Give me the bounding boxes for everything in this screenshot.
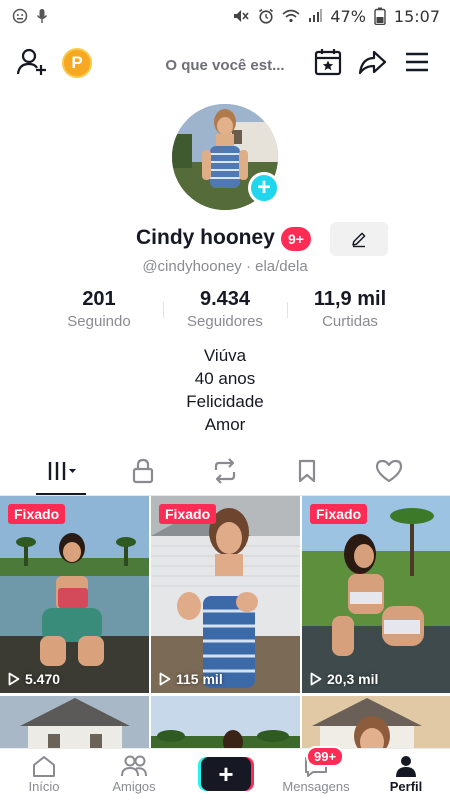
video-tile[interactable]: Fixado 20,3 mil bbox=[302, 496, 450, 693]
bio-line: Felicidade bbox=[186, 392, 264, 411]
view-count-value: 115 mil bbox=[176, 671, 223, 687]
stat-divider bbox=[287, 302, 288, 318]
share-button[interactable] bbox=[354, 44, 390, 80]
nav-home[interactable]: Início bbox=[4, 753, 84, 794]
tab-saved[interactable] bbox=[272, 448, 342, 494]
pencil-icon bbox=[352, 232, 366, 248]
stat-label: Seguindo bbox=[67, 313, 131, 330]
video-tile[interactable]: Fixado 5.470 bbox=[0, 496, 149, 693]
add-friend-button[interactable] bbox=[14, 44, 50, 80]
battery-level: 47% bbox=[330, 6, 366, 26]
video-thumbnail bbox=[151, 696, 300, 748]
stat-value: 11,9 mil bbox=[313, 288, 387, 310]
video-thumbnail bbox=[0, 696, 149, 748]
view-count: 20,3 mil bbox=[310, 671, 378, 687]
profile-name: Cindy hooney bbox=[136, 226, 275, 249]
avatar-container[interactable]: + bbox=[172, 104, 280, 210]
plus-icon: + bbox=[256, 174, 271, 201]
messages-badge: 99+ bbox=[306, 746, 345, 767]
tab-videos[interactable] bbox=[26, 448, 96, 495]
stat-label: Seguidores bbox=[187, 313, 263, 330]
add-story-button[interactable]: + bbox=[248, 172, 280, 204]
nav-friends[interactable]: Amigos bbox=[94, 753, 174, 794]
play-icon bbox=[310, 672, 322, 686]
clock: 15:07 bbox=[393, 6, 440, 26]
mic-icon bbox=[36, 8, 48, 24]
bookmark-icon bbox=[298, 459, 316, 483]
nav-label: Início bbox=[28, 779, 60, 794]
pinned-label: Fixado bbox=[310, 504, 368, 524]
video-tile[interactable] bbox=[0, 696, 149, 748]
nav-profile[interactable]: Perfil bbox=[366, 753, 446, 794]
menu-button[interactable] bbox=[399, 44, 435, 80]
bio-line: Viúva bbox=[203, 346, 247, 365]
tab-reposts[interactable] bbox=[190, 448, 260, 494]
add-person-icon bbox=[16, 48, 46, 75]
friends-icon bbox=[121, 755, 147, 777]
plus-icon: + bbox=[201, 757, 251, 791]
name-row: Cindy hooney 9+ bbox=[0, 222, 450, 256]
stat-label: Curtidas bbox=[322, 313, 378, 330]
view-count: 5.470 bbox=[8, 671, 60, 687]
play-icon bbox=[8, 672, 20, 686]
signal-icon bbox=[308, 9, 323, 23]
nav-label: Amigos bbox=[112, 779, 156, 794]
video-thumbnail bbox=[151, 496, 300, 693]
battery-icon bbox=[374, 7, 386, 25]
tab-private[interactable] bbox=[108, 448, 178, 494]
stat-value: 201 bbox=[82, 288, 116, 310]
stats-row: 201 Seguindo 9.434 Seguidores 11,9 mil C… bbox=[0, 288, 450, 334]
heart-icon bbox=[375, 459, 403, 483]
alarm-icon bbox=[258, 8, 274, 24]
profile-handle: @cindyhooney · ela/dela bbox=[142, 258, 308, 275]
active-tab-indicator bbox=[36, 493, 86, 495]
nav-label: Mensagens bbox=[282, 779, 350, 794]
status-bar: 47% 15:07 bbox=[0, 0, 450, 32]
calendar-button[interactable] bbox=[310, 44, 346, 80]
pinned-label: Fixado bbox=[8, 504, 66, 524]
video-tile[interactable]: Fixado 115 mil bbox=[151, 496, 300, 693]
lock-icon bbox=[132, 458, 154, 484]
thought-bubble[interactable]: O que você est... bbox=[160, 56, 290, 76]
profile-icon bbox=[396, 756, 416, 777]
stat-following[interactable]: 201 Seguindo bbox=[48, 288, 150, 330]
profile-tabs bbox=[0, 448, 450, 496]
view-count: 115 mil bbox=[159, 671, 223, 687]
stat-likes[interactable]: 11,9 mil Curtidas bbox=[298, 288, 402, 330]
profile-top-bar: P O que você est... bbox=[0, 40, 450, 96]
pinned-label: Fixado bbox=[159, 504, 217, 524]
bio-line: Amor bbox=[204, 415, 246, 434]
view-count-value: 20,3 mil bbox=[327, 671, 379, 687]
stat-value: 9.434 bbox=[199, 288, 251, 310]
wifi-icon bbox=[282, 9, 300, 23]
bottom-nav: Início Amigos + Mensagens 99+ Perfil bbox=[0, 746, 450, 800]
video-tile[interactable] bbox=[302, 696, 450, 748]
tab-liked[interactable] bbox=[354, 448, 424, 494]
coins-button[interactable]: P bbox=[62, 48, 92, 78]
video-thumbnail bbox=[0, 496, 149, 693]
stat-followers[interactable]: 9.434 Seguidores bbox=[172, 288, 278, 330]
video-thumbnail bbox=[302, 696, 450, 748]
video-grid: Fixado 5.470 Fixado 115 mil Fixado 20,3 … bbox=[0, 496, 450, 748]
videos-grid-icon bbox=[48, 462, 76, 480]
home-icon bbox=[33, 756, 55, 777]
play-icon bbox=[159, 672, 171, 686]
calendar-star-icon bbox=[314, 49, 342, 76]
share-icon bbox=[358, 50, 387, 75]
bio-line: 40 anos bbox=[194, 369, 256, 388]
edit-profile-button[interactable] bbox=[330, 222, 388, 256]
video-tile[interactable] bbox=[151, 696, 300, 748]
video-thumbnail bbox=[302, 496, 450, 693]
profile-bio: Viúva 40 anos Felicidade Amor bbox=[0, 344, 450, 436]
nav-label: Perfil bbox=[389, 779, 423, 794]
face-icon bbox=[12, 8, 28, 24]
coin-label: P bbox=[71, 53, 83, 72]
stat-divider bbox=[163, 302, 164, 318]
notification-badge[interactable]: 9+ bbox=[281, 227, 311, 251]
view-count-value: 5.470 bbox=[25, 671, 61, 687]
repost-icon bbox=[214, 458, 236, 484]
hamburger-icon bbox=[406, 52, 428, 72]
create-button[interactable]: + bbox=[198, 757, 254, 791]
mute-icon bbox=[232, 8, 250, 24]
